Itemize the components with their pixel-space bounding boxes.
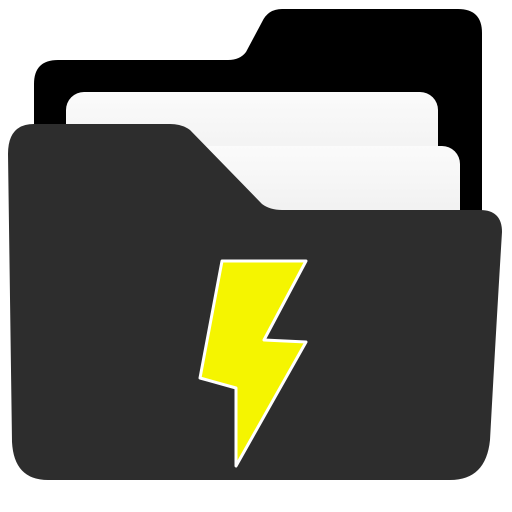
app-icon [0,0,512,512]
folder-lightning-icon [8,9,502,480]
